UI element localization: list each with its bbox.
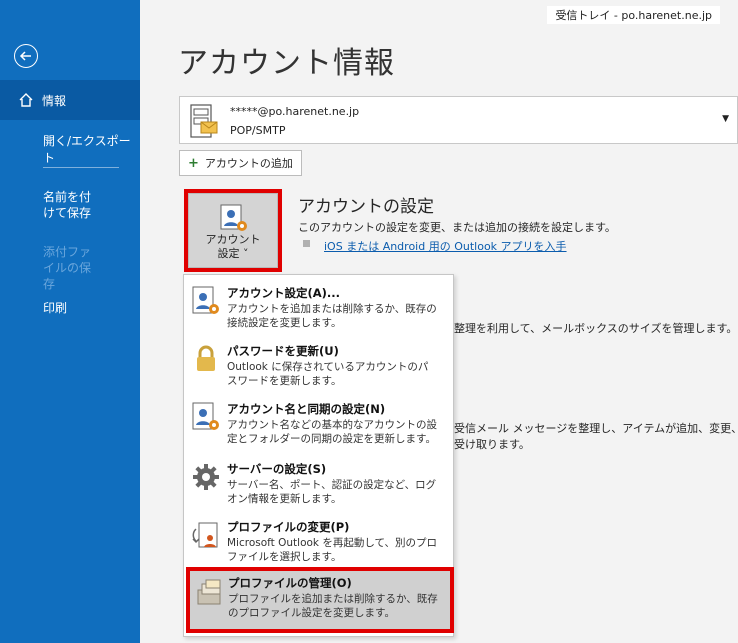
menu-item-title: アカウント名と同期の設定(N): [227, 402, 386, 416]
sidebar: 情報 開く/エクスポート 名前を付けて保存 添付ファイルの保存 印刷: [0, 0, 140, 643]
account-settings-icon: [192, 286, 219, 314]
mailbox-cleanup-text: 整理を利用して、メールボックスのサイズを管理します。: [454, 322, 738, 335]
menu-item-desc: サーバー名、ポート、認証の設定など、ログオン情報を更新します。: [227, 479, 437, 505]
menu-item-desc: アカウント名などの基本的なアカウントの設定とフォルダーの同期の設定を更新します。: [227, 419, 437, 445]
menu-item-title: プロファイルの管理(O): [228, 576, 352, 590]
menu-item-desc: アカウントを追加または削除するか、既存の接続設定を変更します。: [227, 303, 437, 329]
account-email: *****@po.harenet.ne.jp: [230, 105, 360, 118]
menu-item-change-profile[interactable]: プロファイルの変更(P) Microsoft Outlook を再起動して、別の…: [184, 513, 453, 571]
sidebar-item-info[interactable]: 情報: [0, 80, 140, 120]
account-settings-button[interactable]: アカウント 設定 ˅: [184, 189, 282, 272]
rules-text: 受信メール メッセージを整理し、アイテムが追加、変更、ま: [454, 422, 738, 435]
sidebar-divider: [43, 167, 119, 168]
account-settings-menu: アカウント設定(A)... アカウントを追加または削除するか、既存の接続設定を変…: [183, 274, 454, 637]
account-settings-label: アカウント 設定 ˅: [205, 233, 261, 260]
add-account-button[interactable]: + アカウントの追加: [179, 150, 302, 176]
menu-item-desc: プロファイルを追加または削除するか、既存のプロファイル設定を変更します。: [228, 593, 438, 619]
menu-item-account-name-sync[interactable]: アカウント名と同期の設定(N) アカウント名などの基本的なアカウントの設定とフォ…: [184, 395, 453, 453]
menu-item-title: パスワードを更新(U): [227, 344, 339, 358]
menu-item-title: サーバーの設定(S): [227, 462, 327, 476]
menu-item-manage-profiles[interactable]: プロファイルの管理(O) プロファイルを追加または削除するか、既存のプロファイル…: [186, 567, 454, 633]
settings-heading: アカウントの設定: [298, 197, 434, 217]
plus-icon: +: [188, 155, 199, 171]
menu-item-server-settings[interactable]: サーバーの設定(S) サーバー名、ポート、認証の設定など、ログオン情報を更新しま…: [184, 455, 453, 513]
menu-item-account-settings[interactable]: アカウント設定(A)... アカウントを追加または削除するか、既存の接続設定を変…: [184, 279, 453, 337]
lock-icon: [197, 345, 215, 371]
manage-profiles-icon: [197, 579, 221, 605]
account-sync-icon: [192, 402, 219, 430]
gear-icon: [193, 464, 219, 490]
menu-item-update-password[interactable]: パスワードを更新(U) Outlook に保存されているアカウントのパスワードを…: [184, 337, 453, 395]
account-settings-icon: [220, 204, 247, 231]
outlook-mobile-link[interactable]: iOS または Android 用の Outlook アプリを入手: [324, 238, 567, 254]
menu-item-desc: Microsoft Outlook を再起動して、別のプロファイルを選択します。: [227, 537, 438, 563]
back-button[interactable]: [14, 44, 38, 68]
sidebar-item-open-export[interactable]: 開く/エクスポート: [0, 132, 140, 166]
window-title: 受信トレイ - po.harenet.ne.jp: [547, 6, 720, 24]
back-arrow-icon: [19, 51, 31, 61]
change-profile-icon: [192, 522, 218, 548]
menu-item-title: プロファイルの変更(P): [227, 520, 350, 534]
settings-description: このアカウントの設定を変更、または追加の接続を設定します。: [298, 221, 616, 234]
home-icon: [19, 93, 33, 107]
account-type: POP/SMTP: [230, 124, 286, 137]
sidebar-item-save-attachments: 添付ファイルの保存: [43, 245, 92, 291]
sidebar-item-save-as[interactable]: 名前を付けて保存: [0, 189, 100, 221]
sidebar-item-label: 情報: [42, 93, 67, 108]
page-title: アカウント情報: [178, 46, 395, 81]
add-account-label: アカウントの追加: [204, 157, 293, 170]
menu-item-desc: Outlook に保存されているアカウントのパスワードを更新します。: [227, 361, 429, 387]
mail-account-icon: [190, 104, 218, 138]
dropdown-caret-icon: ▼: [722, 114, 729, 124]
account-selector[interactable]: *****@po.harenet.ne.jp POP/SMTP ▼: [179, 96, 738, 144]
rules-text-2: 受け取ります。: [454, 438, 530, 451]
link-bullet-icon: [303, 240, 310, 247]
menu-item-title: アカウント設定(A)...: [227, 286, 341, 300]
sidebar-item-print[interactable]: 印刷: [0, 299, 140, 316]
